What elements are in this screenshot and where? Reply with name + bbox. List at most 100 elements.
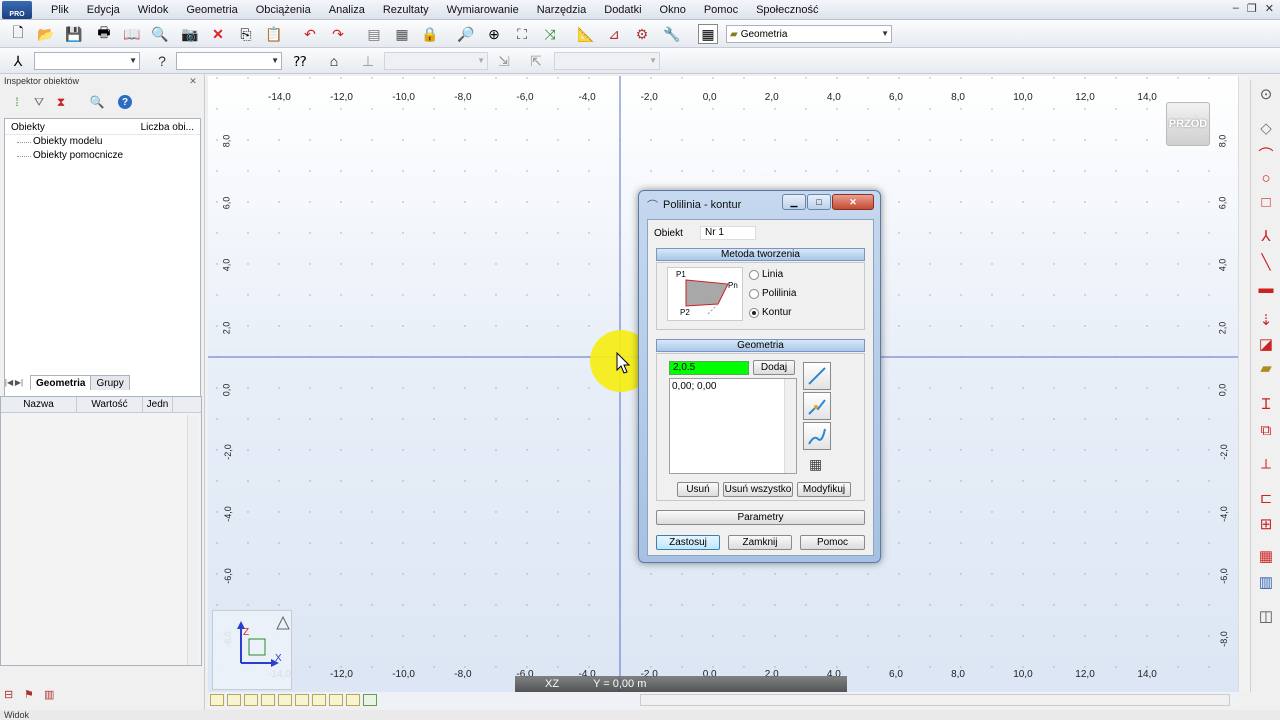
help-icon[interactable]: ? [118, 95, 132, 109]
radio-polyline[interactable]: Polilinia [749, 288, 796, 299]
polygon-tool-icon[interactable]: ◇ [1256, 118, 1276, 138]
add-point-button[interactable]: Dodaj [753, 360, 795, 375]
view-tool-1[interactable] [210, 694, 224, 706]
minimize-icon[interactable]: ‒ [1233, 2, 1239, 15]
zoom-doc-icon[interactable]: 🔍 [150, 24, 170, 44]
menu-item[interactable]: Okno [651, 0, 695, 20]
view-tool-7[interactable] [312, 694, 326, 706]
view-tool-10[interactable] [363, 694, 377, 706]
clear-filter-icon[interactable]: ⧗ [52, 93, 70, 111]
table-tool-icon[interactable]: ▥ [1256, 572, 1276, 592]
point-input[interactable]: 2,0.5 [669, 361, 749, 375]
close-button[interactable]: Zamknij [728, 535, 792, 550]
delete-point-button[interactable]: Usuń [677, 482, 719, 497]
line-point-icon[interactable] [803, 362, 831, 390]
table-icon[interactable]: ▥ [44, 688, 58, 702]
circle-tool-icon[interactable]: ○ [1256, 168, 1276, 188]
member-tool-icon[interactable]: ◪ [1256, 334, 1276, 354]
offset-tool-icon[interactable]: ⊏ [1256, 488, 1276, 508]
paste-icon[interactable]: 📋 [264, 24, 284, 44]
lock-icon[interactable]: 🔒 [420, 24, 440, 44]
object-number-field[interactable]: Nr 1 [700, 226, 756, 240]
tab-groups[interactable]: Grupy [90, 374, 130, 390]
bar-tool-icon[interactable]: ▬ [1256, 278, 1276, 298]
restore-icon[interactable]: ❐ [1247, 2, 1257, 15]
canvas-vertical-scrollbar[interactable] [1238, 76, 1250, 692]
layout-combo[interactable]: ▰ Geometria ▼ [726, 25, 892, 43]
menu-item[interactable]: Wymiarowanie [438, 0, 528, 20]
table-input-icon[interactable]: ▦ [809, 456, 822, 473]
menu-item[interactable]: Narzędzia [528, 0, 596, 20]
redo-icon[interactable]: ↷ [328, 24, 348, 44]
close-icon[interactable]: ✕ [188, 76, 198, 86]
view-tool-6[interactable] [295, 694, 309, 706]
support-tool-icon[interactable]: ⅄ [1256, 226, 1276, 246]
layout-icon[interactable]: ▦ [698, 24, 718, 44]
view-cube-front[interactable]: PRZÓD [1166, 102, 1210, 146]
solid-tool-icon[interactable]: ◫ [1256, 606, 1276, 626]
query-icon[interactable]: ⁇ [290, 51, 310, 71]
material-combo[interactable]: ▼ [176, 52, 282, 70]
parameters-button[interactable]: Parametry [656, 510, 865, 525]
zoom-icon[interactable]: 🔎 [456, 24, 476, 44]
section-combo[interactable]: ▼ [34, 52, 140, 70]
print-preview-icon[interactable]: 📖 [122, 24, 142, 44]
curve-point-icon[interactable] [803, 422, 831, 450]
points-list[interactable]: 0,00; 0,00 [669, 378, 797, 474]
menu-item[interactable]: Pomoc [695, 0, 747, 20]
screenshot-icon[interactable]: 📷 [180, 24, 200, 44]
view-tool-8[interactable] [329, 694, 343, 706]
calculator-icon[interactable]: ▦ [392, 24, 412, 44]
save-icon[interactable]: 💾 [64, 24, 84, 44]
line-tool-icon[interactable]: ╲ [1256, 252, 1276, 272]
tools-icon[interactable]: 🔧 [662, 24, 682, 44]
tree-item-model-objects[interactable]: Obiekty modelu [5, 135, 200, 149]
canvas-horizontal-scrollbar[interactable] [640, 694, 1230, 706]
points-list-item[interactable]: 0,00; 0,00 [670, 379, 796, 394]
view-tool-3[interactable] [244, 694, 258, 706]
structure-icon[interactable]: ⊿ [604, 24, 624, 44]
menu-item[interactable]: Geometria [177, 0, 246, 20]
grid-tool-icon[interactable]: ▦ [1256, 546, 1276, 566]
tab-geometry[interactable]: Geometria [30, 374, 92, 390]
menu-item[interactable]: Edycja [78, 0, 129, 20]
select-icon[interactable]: ⤨ [540, 24, 560, 44]
radio-polyline-dot[interactable] [749, 288, 759, 299]
maximize-icon[interactable]: □ [807, 194, 831, 210]
help-button[interactable]: Pomoc [800, 535, 865, 550]
member-query-icon[interactable]: ? [152, 51, 172, 71]
pan-icon[interactable]: ⛶ [512, 24, 532, 44]
i-beam-tool-icon[interactable]: Ɪ [1256, 394, 1276, 414]
undo-icon[interactable]: ↶ [300, 24, 320, 44]
view-tool-9[interactable] [346, 694, 360, 706]
copy-icon[interactable]: ⎘ [236, 24, 256, 44]
view-tool-4[interactable] [261, 694, 275, 706]
delete-all-button[interactable]: Usuń wszystko [723, 482, 793, 497]
zoom-all-icon[interactable]: ⊕ [484, 24, 504, 44]
close-icon[interactable]: ✕ [832, 194, 874, 210]
panel-tool-icon[interactable]: ⊞ [1256, 514, 1276, 534]
properties-scrollbar[interactable] [187, 415, 199, 665]
menu-item[interactable]: Plik [42, 0, 78, 20]
points-list-scrollbar[interactable] [784, 379, 796, 473]
arc-point-icon[interactable] [803, 392, 831, 420]
menu-item[interactable]: Obciążenia [247, 0, 320, 20]
rectangle-tool-icon[interactable]: □ [1256, 192, 1276, 212]
menu-item[interactable]: Dodatki [595, 0, 650, 20]
list-icon[interactable]: ⁞ [8, 93, 26, 111]
print-icon[interactable]: 🖶 [94, 24, 114, 44]
tree-item-helper-objects[interactable]: Obiekty pomocnicze [5, 149, 200, 163]
menu-item[interactable]: Analiza [320, 0, 374, 20]
filter-icon[interactable]: ⛛ [30, 93, 48, 111]
radio-line-dot[interactable] [749, 269, 759, 280]
flag-icon[interactable]: ⚑ [24, 688, 38, 702]
view-tool-2[interactable] [227, 694, 241, 706]
load-tool-icon[interactable]: ⇣ [1256, 310, 1276, 330]
search-icon[interactable]: 🔍 [88, 93, 106, 111]
table-view-icon[interactable]: ▤ [364, 24, 384, 44]
house-icon[interactable]: ⌂ [324, 51, 344, 71]
results-icon[interactable]: ⚙ [632, 24, 652, 44]
node-tool-icon[interactable]: ⊙ [1256, 84, 1276, 104]
arc-tool-icon[interactable]: ⌒ [1256, 144, 1276, 164]
node-query-icon[interactable]: ⅄ [8, 51, 28, 71]
